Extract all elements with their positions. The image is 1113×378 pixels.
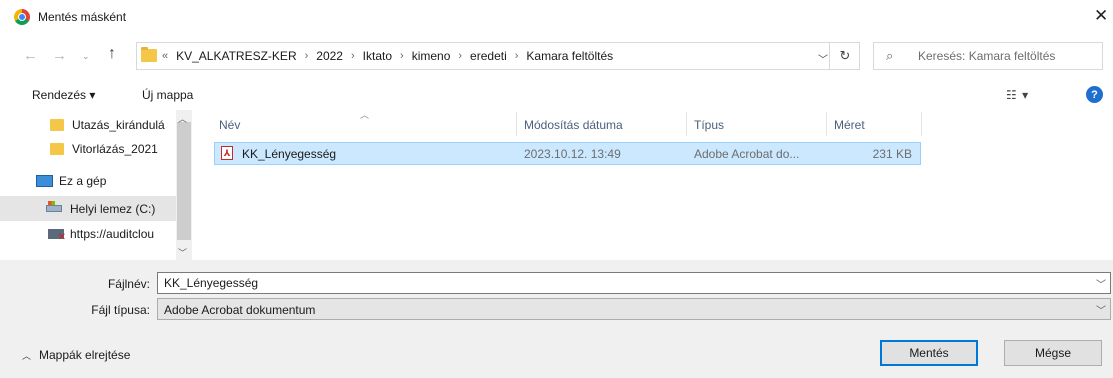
folder-icon [141,47,157,62]
scroll-down-icon[interactable]: ﹀ [178,246,187,259]
breadcrumb-separator-icon[interactable]: › [351,50,355,62]
breadcrumb-item[interactable]: KV_ALKATRESZ-KER [176,49,296,63]
chevron-up-icon: ︿ [22,350,32,361]
nav-item-label: Utazás_kirándulá [72,117,165,132]
refresh-icon[interactable]: ↻ [829,42,860,70]
filename-field[interactable] [157,272,1111,294]
column-divider[interactable] [921,112,922,136]
breadcrumb-item[interactable]: Kamara feltöltés [526,49,613,63]
file-size: 231 KB [872,147,912,161]
nav-item-network[interactable]: https://auditclou [0,221,176,246]
breadcrumb-separator-icon[interactable]: › [400,50,404,62]
nav-item-vitorlazas[interactable]: Vitorlázás_2021 [0,136,176,161]
filetype-select[interactable]: Adobe Acrobat dokumentum [157,298,1111,320]
pdf-file-icon: ⅄ [221,146,233,160]
breadcrumb-item[interactable]: kimeno [412,49,451,63]
column-header-size[interactable]: Méret [834,118,865,132]
network-drive-icon [48,228,66,243]
folder-icon [50,142,64,155]
window-title: Mentés másként [38,10,127,24]
nav-item-local-disk[interactable]: Helyi lemez (C:) [0,196,176,221]
back-arrow-icon[interactable]: ← [23,47,38,64]
folder-icon [50,118,64,131]
up-arrow-icon[interactable]: ↑ [108,45,116,63]
nav-item-this-pc[interactable]: Ez a gép [0,168,176,193]
breadcrumb-separator-icon[interactable]: › [305,50,309,62]
organize-menu-button[interactable]: Rendezés ▾ [32,88,95,102]
scrollbar-thumb[interactable] [177,122,191,240]
search-placeholder: Keresés: Kamara feltöltés [918,49,1056,63]
scroll-up-icon[interactable]: ︿ [178,112,187,125]
help-icon[interactable]: ? [1086,86,1103,103]
breadcrumb-item[interactable]: Iktato [363,49,392,63]
recent-locations-chevron-icon[interactable]: ⌄ [82,51,90,62]
column-header-name[interactable]: Név [219,118,240,132]
cancel-button[interactable]: Mégse [1004,340,1102,366]
nav-item-label: Helyi lemez (C:) [70,201,156,216]
hide-folders-label: Mappák elrejtése [39,348,131,362]
breadcrumb-overflow[interactable]: « [162,50,168,62]
column-divider[interactable] [516,112,517,136]
nav-item-label: Vitorlázás_2021 [72,141,158,156]
filename-label: Fájlnév: [107,277,150,291]
chevron-down-icon[interactable]: ﹀ [818,51,828,66]
drive-icon [46,201,62,212]
chevron-down-icon[interactable]: ﹀ [1096,302,1106,317]
breadcrumb-separator-icon[interactable]: › [515,50,519,62]
navigation-pane: Utazás_kirándulá Vitorlázás_2021 Ez a gé… [0,110,192,260]
save-button[interactable]: Mentés [880,340,978,366]
title-bar [0,0,1113,36]
sort-ascending-icon: ︿ [360,110,370,120]
file-type: Adobe Acrobat do... [694,147,800,161]
close-icon[interactable]: ✕ [1094,6,1108,26]
nav-item-utazas[interactable]: Utazás_kirándulá [0,112,176,137]
file-name[interactable]: KK_Lényegesség [242,147,336,161]
forward-arrow-icon[interactable]: → [52,47,67,64]
chrome-icon [14,9,30,25]
column-header-type[interactable]: Típus [694,118,724,132]
chevron-down-icon[interactable]: ﹀ [1096,276,1106,291]
nav-item-label: Ez a gép [59,173,107,188]
breadcrumb: « KV_ALKATRESZ-KER › 2022 › Iktato › kim… [162,49,613,63]
search-icon: ⌕ [886,48,894,63]
filetype-label: Fájl típusa: [91,303,150,317]
view-options-icon[interactable]: ☷ ▾ [1006,88,1029,102]
column-divider[interactable] [686,112,687,136]
new-folder-button[interactable]: Új mappa [142,88,193,102]
breadcrumb-separator-icon[interactable]: › [458,50,462,62]
breadcrumb-item[interactable]: eredeti [470,49,507,63]
file-date: 2023.10.12. 13:49 [524,147,621,161]
breadcrumb-item[interactable]: 2022 [316,49,343,63]
nav-item-label: https://auditclou [70,226,155,241]
hide-folders-button[interactable]: ︿ Mappák elrejtése [22,348,130,362]
computer-icon [36,174,53,187]
column-header-date[interactable]: Módosítás dátuma [524,118,623,132]
column-divider[interactable] [826,112,827,136]
